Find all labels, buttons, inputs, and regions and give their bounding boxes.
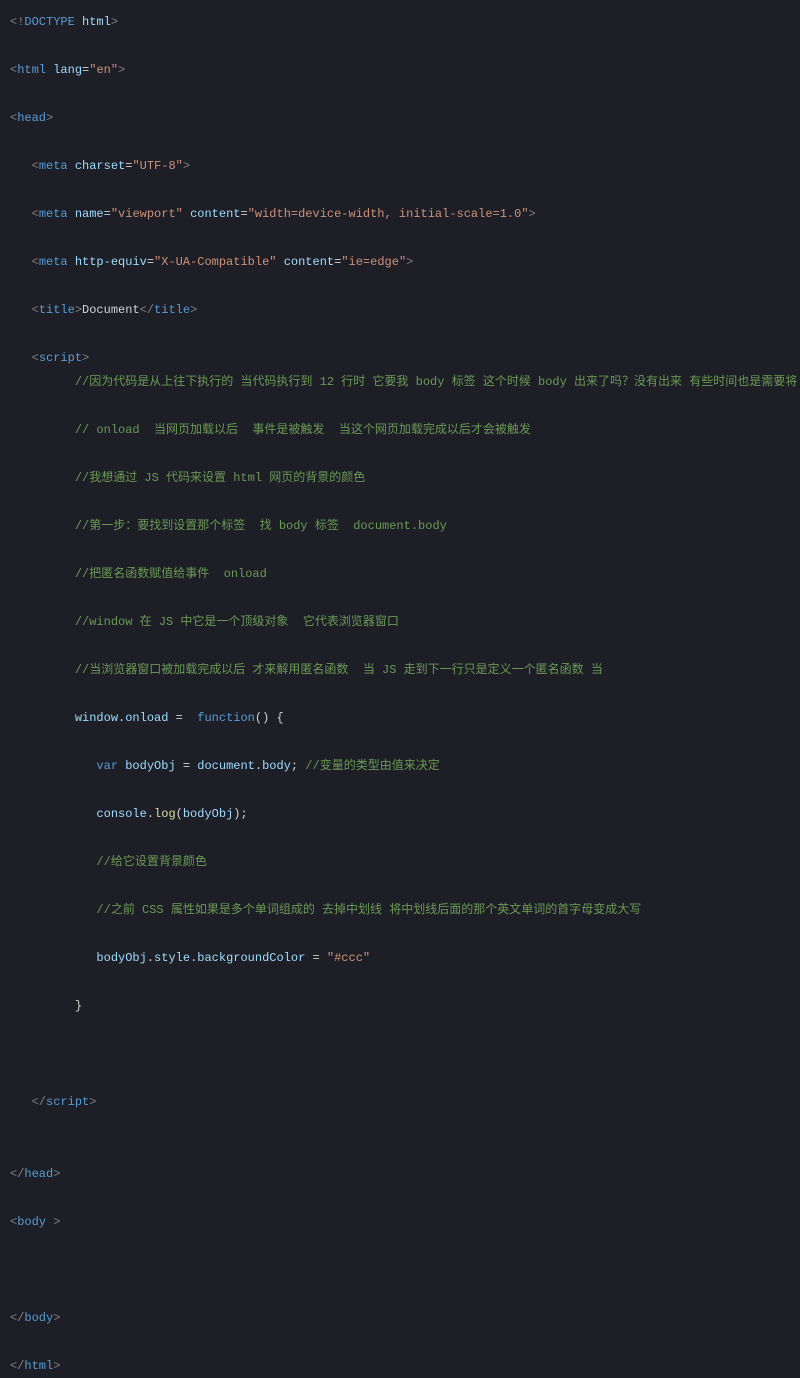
function-kw: function (197, 711, 255, 725)
title-close: title (154, 303, 190, 317)
equiv-val: X-UA-Compatible (161, 255, 269, 269)
doctype-value: html (82, 15, 111, 29)
charset-val: UTF-8 (140, 159, 176, 173)
head-open: head (17, 111, 46, 125)
var-kw: var (96, 759, 118, 773)
code-editor[interactable]: <!DOCTYPE html> <html lang="en"> <head> … (10, 10, 790, 1378)
script-open: script (39, 351, 82, 365)
title-text: Document (82, 303, 140, 317)
script-close: script (46, 1095, 89, 1109)
html-close: html (24, 1359, 53, 1373)
lang-val: en (96, 63, 110, 77)
body-close: body (24, 1311, 53, 1325)
bodyobj-var: bodyObj (125, 759, 175, 773)
charset-attr: charset (75, 159, 125, 173)
comment3: //我想通过 JS 代码来设置 html 网页的背景的颜色 (75, 471, 365, 485)
content-attr: content (190, 207, 240, 221)
html-open: html (17, 63, 46, 77)
log-func: log (154, 807, 176, 821)
edge-val: ie=edge (349, 255, 399, 269)
title-open: title (39, 303, 75, 317)
color-string: "#ccc" (327, 951, 370, 965)
meta2: meta (39, 207, 68, 221)
style-prop: style (154, 951, 190, 965)
content-attr2: content (284, 255, 334, 269)
head-close: head (24, 1167, 53, 1181)
comment5: //把匿名函数赋值给事件 onload (75, 567, 267, 581)
meta1: meta (39, 159, 68, 173)
equiv-attr: http-equiv (75, 255, 147, 269)
comment8: //变量的类型由值来决定 (305, 759, 439, 773)
comment6: //window 在 JS 中它是一个顶级对象 它代表浏览器窗口 (75, 615, 399, 629)
body-open: body (17, 1215, 46, 1229)
meta3: meta (39, 255, 68, 269)
window-obj: window (75, 711, 118, 725)
viewport-val: viewport (118, 207, 176, 221)
document-obj: document (197, 759, 255, 773)
comment4: //第一步：要找到设置那个标签 找 body 标签 document.body (75, 519, 447, 533)
comment10: //之前 CSS 属性如果是多个单词组成的 去掉中划线 将中划线后面的那个英文单… (96, 903, 641, 917)
comment9: //给它设置背景颜色 (96, 855, 206, 869)
body-prop: body (262, 759, 291, 773)
bodyobj-arg: bodyObj (183, 807, 233, 821)
name-attr: name (75, 207, 104, 221)
comment1: //因为代码是从上往下执行的 当代码执行到 12 行时 它要我 body 标签 … (75, 375, 800, 389)
bgcolor-prop: backgroundColor (197, 951, 305, 965)
comment7: //当浏览器窗口被加载完成以后 才来解用匿名函数 当 JS 走到下一行只是定义一… (75, 663, 603, 677)
content-val: width=device-width, initial-scale=1.0 (255, 207, 521, 221)
bodyobj-use: bodyObj (96, 951, 146, 965)
comment2: // onload 当网页加载以后 事件是被触发 当这个网页加载完成以后才会被触… (75, 423, 531, 437)
onload-prop: onload (125, 711, 168, 725)
console-obj: console (96, 807, 146, 821)
